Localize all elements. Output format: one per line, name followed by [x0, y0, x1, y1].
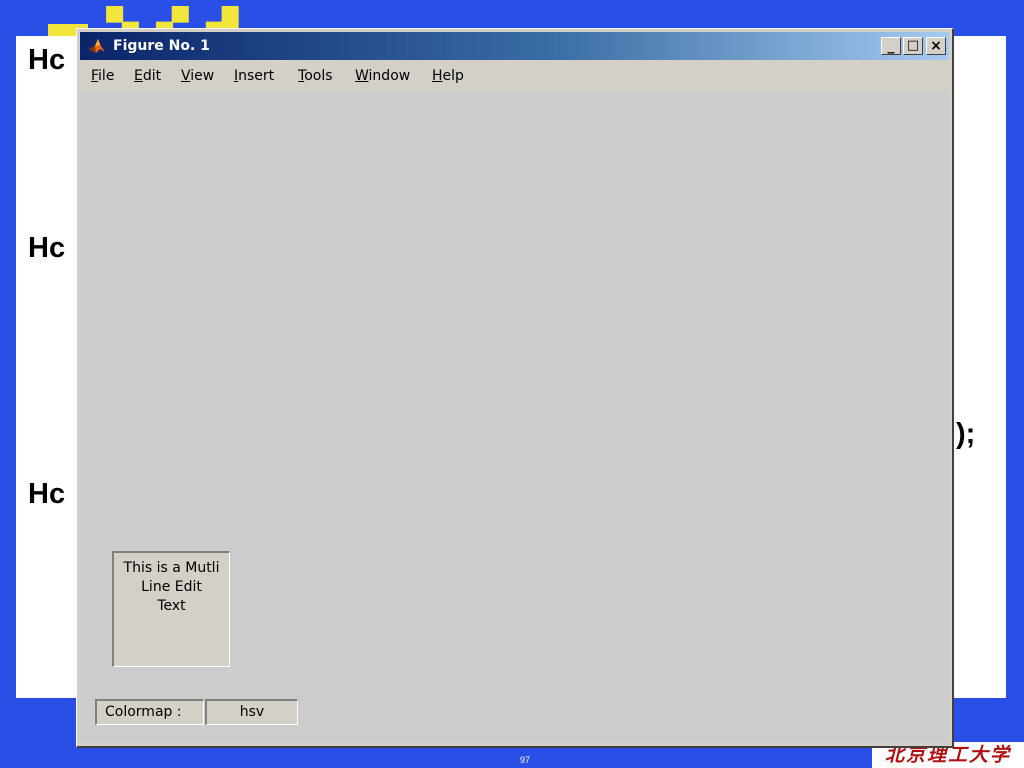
menu-view-rest: iew [190, 68, 215, 84]
menu-window-rest: indow [368, 68, 411, 84]
menu-edit-mnemonic: E [134, 68, 143, 84]
window-title: Figure No. 1 [113, 38, 210, 54]
menu-help-mnemonic: H [432, 68, 443, 84]
window-titlebar[interactable]: Figure No. 1 _ □ × [80, 32, 949, 60]
figure-window: Figure No. 1 _ □ × File Edit View Insert… [76, 28, 954, 748]
slide-text-fragment: ); [956, 418, 976, 450]
edit-text-line-3: Text [157, 598, 186, 614]
menu-help[interactable]: Help [432, 68, 464, 84]
menu-file-mnemonic: F [91, 68, 99, 84]
menu-tools-rest: ools [304, 68, 333, 84]
menu-insert[interactable]: Insert [234, 68, 274, 84]
minimize-button[interactable]: _ [881, 37, 901, 55]
colormap-label: Colormap : [95, 699, 204, 725]
menu-window[interactable]: Window [355, 68, 410, 84]
edit-text-line-2: Line Edit [141, 579, 202, 595]
multiline-edit-text[interactable]: This is a Mutli Line Edit Text [112, 551, 230, 667]
menu-tools[interactable]: Tools [298, 68, 333, 84]
menu-window-mnemonic: W [355, 68, 369, 84]
menu-view-mnemonic: V [181, 68, 191, 84]
menu-view[interactable]: View [181, 68, 214, 84]
slide-text-hc-1: Hc [28, 44, 66, 76]
menu-file[interactable]: File [91, 68, 114, 84]
edit-text-line-1: This is a Mutli [123, 560, 220, 576]
menu-edit-rest: dit [142, 68, 162, 84]
slide-text-hc-3: Hc [28, 478, 66, 510]
maximize-button[interactable]: □ [903, 37, 923, 55]
matlab-icon [89, 39, 105, 53]
colormap-value-field[interactable]: hsv [205, 699, 298, 725]
slide-text-hc-2: Hc [28, 232, 66, 264]
close-button[interactable]: × [926, 37, 946, 55]
slide-page-number: 97 [520, 755, 531, 765]
menu-file-rest: ile [98, 68, 115, 84]
menu-insert-rest: nsert [238, 68, 275, 84]
menu-help-rest: elp [442, 68, 464, 84]
figure-canvas[interactable]: This is a Mutli Line Edit Text Colormap … [80, 91, 949, 743]
menu-bar: File Edit View Insert Tools Window Help [80, 63, 949, 89]
menu-edit[interactable]: Edit [134, 68, 161, 84]
